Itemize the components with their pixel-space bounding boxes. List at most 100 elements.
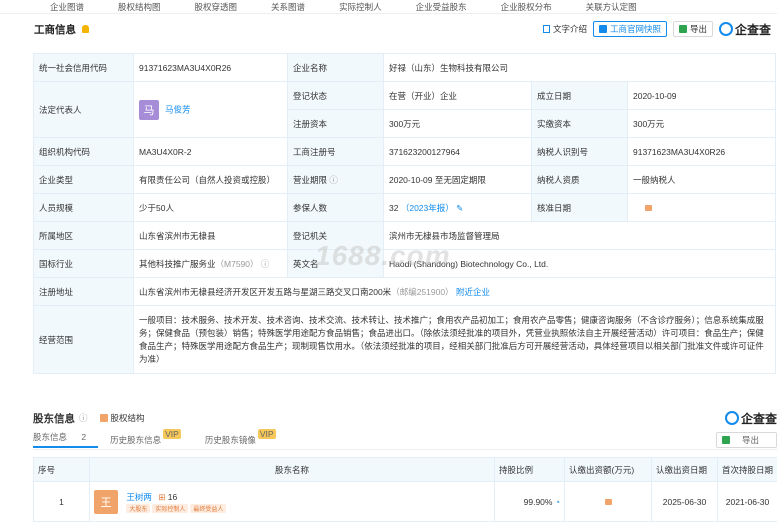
- tab-shareholder-info[interactable]: 股东信息 2: [33, 431, 98, 448]
- tax-id-value: 91371623MA3U4X0R26: [628, 138, 776, 166]
- nav-item[interactable]: 股权结构图: [118, 1, 161, 13]
- document-icon: [543, 25, 550, 33]
- company-name-value: 好禄（山东）生物科技有限公司: [384, 54, 776, 82]
- section-header: 工商信息 文字介绍 工商官网快照 导出 企查查: [0, 14, 777, 44]
- staff-key: 人员规模: [34, 194, 134, 222]
- tag: 实际控制人: [152, 504, 188, 513]
- reg-cap-value: 300万元: [384, 110, 532, 138]
- reg-status-key: 登记状态: [288, 82, 384, 110]
- official-snapshot-button[interactable]: 工商官网快照: [593, 21, 667, 37]
- qcc-logo-icon: [719, 22, 733, 36]
- term-value: 2020-10-09 至无固定期限: [384, 166, 532, 194]
- insured-cell: 32 （2023年报） ✎: [384, 194, 532, 222]
- nav-item[interactable]: 企业受益股东: [416, 1, 467, 13]
- tax-id-key: 纳税人识别号: [532, 138, 628, 166]
- nav-item[interactable]: 关系图谱: [271, 1, 305, 13]
- tag: 大股东: [126, 504, 150, 513]
- reg-cap-key: 注册资本: [288, 110, 384, 138]
- doc-intro-link[interactable]: 文字介绍: [543, 23, 587, 35]
- col-header[interactable]: 持股比例: [495, 458, 565, 482]
- credit-code-key: 统一社会信用代码: [34, 54, 134, 82]
- nearby-link[interactable]: 附近企业: [456, 287, 490, 297]
- shareholder-title: 股东信息: [33, 411, 75, 426]
- lock-icon[interactable]: [605, 499, 612, 505]
- shareholder-name-link[interactable]: 王树两: [126, 492, 152, 502]
- staff-value: 少于50人: [134, 194, 288, 222]
- vip-badge: VIP: [163, 429, 181, 439]
- biz-reg-value: 371623200127964: [384, 138, 532, 166]
- approve-value: [628, 194, 776, 222]
- credit-code-value: 91371623MA3U4X0R26: [134, 54, 288, 82]
- shareholder-table: 序号 股东名称 持股比例 认缴出资额(万元) 认缴出资日期 首次持股日期 1 王…: [33, 457, 777, 522]
- watermark: 1688.com: [315, 240, 451, 272]
- tab-history-mirror[interactable]: 历史股东镜像VIP: [205, 434, 288, 446]
- export-button[interactable]: 导出: [673, 21, 713, 37]
- addr-key: 注册地址: [34, 278, 134, 306]
- name-key: 企业名称: [288, 54, 384, 82]
- date-cell: 2025-06-30: [652, 482, 718, 522]
- scope-key: 经营范围: [34, 306, 134, 374]
- insured-key: 参保人数: [288, 194, 384, 222]
- structure-icon: [100, 414, 108, 422]
- term-key: 营业期限 ⓘ: [288, 166, 384, 194]
- ratio-cell: 99.90% ◔: [495, 482, 565, 522]
- biz-reg-key: 工商注册号: [288, 138, 384, 166]
- capital-cell: [565, 482, 652, 522]
- tag: 最终受益人: [190, 504, 226, 513]
- brand-logo: 企查查: [725, 410, 777, 427]
- industry-key: 国标行业: [34, 250, 134, 278]
- info-icon[interactable]: ⓘ: [329, 175, 338, 185]
- type-key: 企业类型: [34, 166, 134, 194]
- nav-item[interactable]: 股权穿透图: [195, 1, 238, 13]
- chart-icon[interactable]: ◔: [555, 497, 560, 507]
- info-icon[interactable]: ⓘ: [261, 259, 270, 269]
- legal-rep-link[interactable]: 马俊芳: [165, 104, 191, 114]
- avatar: 马: [139, 100, 159, 120]
- nav-item[interactable]: 企业股权分布: [501, 1, 552, 13]
- scope-value: 一般项目：技术服务、技术开发、技术咨询、技术交流、技术转让、技术推广；食用农产品…: [134, 306, 776, 374]
- table-row: 1 王 王树两 ⊞ 16 大股东实际控制人最终受益人 99.90% ◔ 2025…: [34, 482, 777, 522]
- approve-key: 核准日期: [532, 194, 628, 222]
- paid-cap-value: 300万元: [628, 110, 776, 138]
- col-header[interactable]: 首次持股日期: [718, 458, 777, 482]
- relation-icon[interactable]: ⊞: [158, 492, 165, 502]
- top-nav: 企业图谱 股权结构图 股权穿透图 关系图谱 实际控制人 企业受益股东 企业股权分…: [0, 0, 777, 14]
- snapshot-icon: [599, 25, 607, 33]
- org-code-value: MA3U4X0R-2: [134, 138, 288, 166]
- col-header: 股东名称: [90, 458, 495, 482]
- nav-item[interactable]: 企业图谱: [50, 1, 84, 13]
- export-button[interactable]: 导出: [716, 432, 777, 448]
- excel-icon: [722, 436, 730, 444]
- paid-cap-key: 实缴资本: [532, 110, 628, 138]
- legal-rep-cell: 马马俊芳: [134, 82, 288, 138]
- found-key: 成立日期: [532, 82, 628, 110]
- found-value: 2020-10-09: [628, 82, 776, 110]
- area-key: 所属地区: [34, 222, 134, 250]
- area-value: 山东省滨州市无棣县: [134, 222, 288, 250]
- equity-structure-link[interactable]: 股权结构: [100, 412, 145, 424]
- section-title: 工商信息: [34, 22, 76, 37]
- bell-icon[interactable]: [82, 25, 89, 33]
- business-info-table: 统一社会信用代码 91371623MA3U4X0R26 企业名称 好禄（山东）生…: [33, 53, 776, 374]
- excel-icon: [679, 25, 687, 33]
- col-header[interactable]: 认缴出资额(万元): [565, 458, 652, 482]
- col-header: 序号: [34, 458, 90, 482]
- shareholder-header: 股东信息 ⓘ 股权结构 企查查: [33, 408, 777, 428]
- col-header[interactable]: 认缴出资日期: [652, 458, 718, 482]
- legal-rep-key: 法定代表人: [34, 82, 134, 138]
- edit-icon[interactable]: ✎: [456, 203, 463, 213]
- info-icon[interactable]: ⓘ: [79, 412, 88, 424]
- shareholder-cell: 王 王树两 ⊞ 16 大股东实际控制人最终受益人: [90, 482, 495, 522]
- tax-q-value: 一般纳税人: [628, 166, 776, 194]
- annual-report-link[interactable]: （2023年报）: [401, 203, 454, 213]
- nav-item[interactable]: 关联方认定图: [586, 1, 637, 13]
- type-value: 有限责任公司（自然人投资或控股）: [134, 166, 288, 194]
- addr-cell: 山东省滨州市无棣县经济开发区开发五路与星湖三路交叉口南200米（邮编251900…: [134, 278, 776, 306]
- nav-item[interactable]: 实际控制人: [339, 1, 382, 13]
- brand-logo: 企查查: [719, 21, 771, 38]
- tab-history-shareholders[interactable]: 历史股东信息VIP: [110, 434, 193, 446]
- first-date-cell: 2021-06-30: [718, 482, 777, 522]
- industry-cell: 其他科技推广服务业（M7590） ⓘ: [134, 250, 288, 278]
- avatar: 王: [94, 490, 118, 514]
- lock-icon[interactable]: [645, 205, 652, 211]
